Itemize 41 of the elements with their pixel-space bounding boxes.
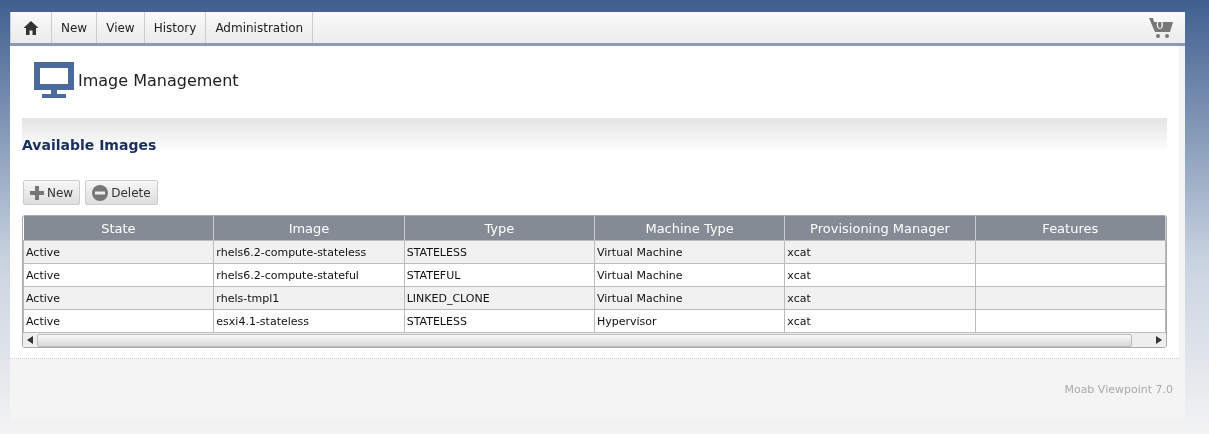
- table-cell: Active: [26, 291, 61, 305]
- delete-button[interactable]: Delete: [85, 180, 158, 205]
- minus-circle-icon: [92, 184, 109, 201]
- column-header[interactable]: Type: [404, 216, 595, 241]
- table-cell: Active: [26, 314, 61, 328]
- home-button[interactable]: [10, 12, 52, 43]
- table-cell: Active: [26, 268, 61, 282]
- footer-text: Moab Viewpoint 7.0: [1064, 383, 1173, 396]
- table-cell: esxi4.1-stateless: [216, 314, 309, 328]
- column-header[interactable]: Image: [213, 216, 405, 241]
- table-cell: STATEFUL: [406, 268, 461, 282]
- table-cell: xcat: [787, 291, 811, 305]
- table-cell: Virtual Machine: [597, 291, 683, 305]
- table-cell: xcat: [787, 314, 811, 328]
- horizontal-scrollbar[interactable]: [23, 333, 1166, 347]
- page-title: Image Management: [78, 70, 239, 90]
- plus-icon: [30, 185, 44, 200]
- new-button[interactable]: New: [23, 180, 81, 205]
- table-cell: Active: [26, 245, 61, 259]
- table-cell: Virtual Machine: [597, 245, 683, 259]
- scroll-right-icon[interactable]: [1156, 336, 1162, 344]
- cart-icon: [1149, 16, 1173, 39]
- table-cell: STATELESS: [406, 314, 467, 328]
- table-cell: rhels6.2-compute-stateful: [216, 268, 359, 282]
- section-title: Available Images: [22, 137, 157, 153]
- table-cell: xcat: [787, 268, 811, 282]
- table-cell: LINKED_CLONE: [406, 291, 490, 305]
- table-cell: Hypervisor: [597, 314, 657, 328]
- table-cell: rhels-tmpl1: [216, 291, 280, 305]
- table-cell: STATELESS: [406, 245, 467, 259]
- monitor-icon: [32, 60, 76, 100]
- scroll-left-icon[interactable]: [27, 336, 33, 344]
- column-header[interactable]: State: [23, 216, 214, 241]
- column-header[interactable]: Features: [975, 216, 1166, 241]
- table-cell: xcat: [787, 245, 811, 259]
- table-cell: rhels6.2-compute-stateless: [216, 245, 367, 259]
- table-cell: Virtual Machine: [597, 268, 683, 282]
- home-icon: [23, 19, 39, 36]
- cart-button[interactable]: 0: [1137, 12, 1185, 43]
- column-header[interactable]: Provisioning Manager: [784, 216, 976, 241]
- column-header[interactable]: Machine Type: [594, 216, 785, 241]
